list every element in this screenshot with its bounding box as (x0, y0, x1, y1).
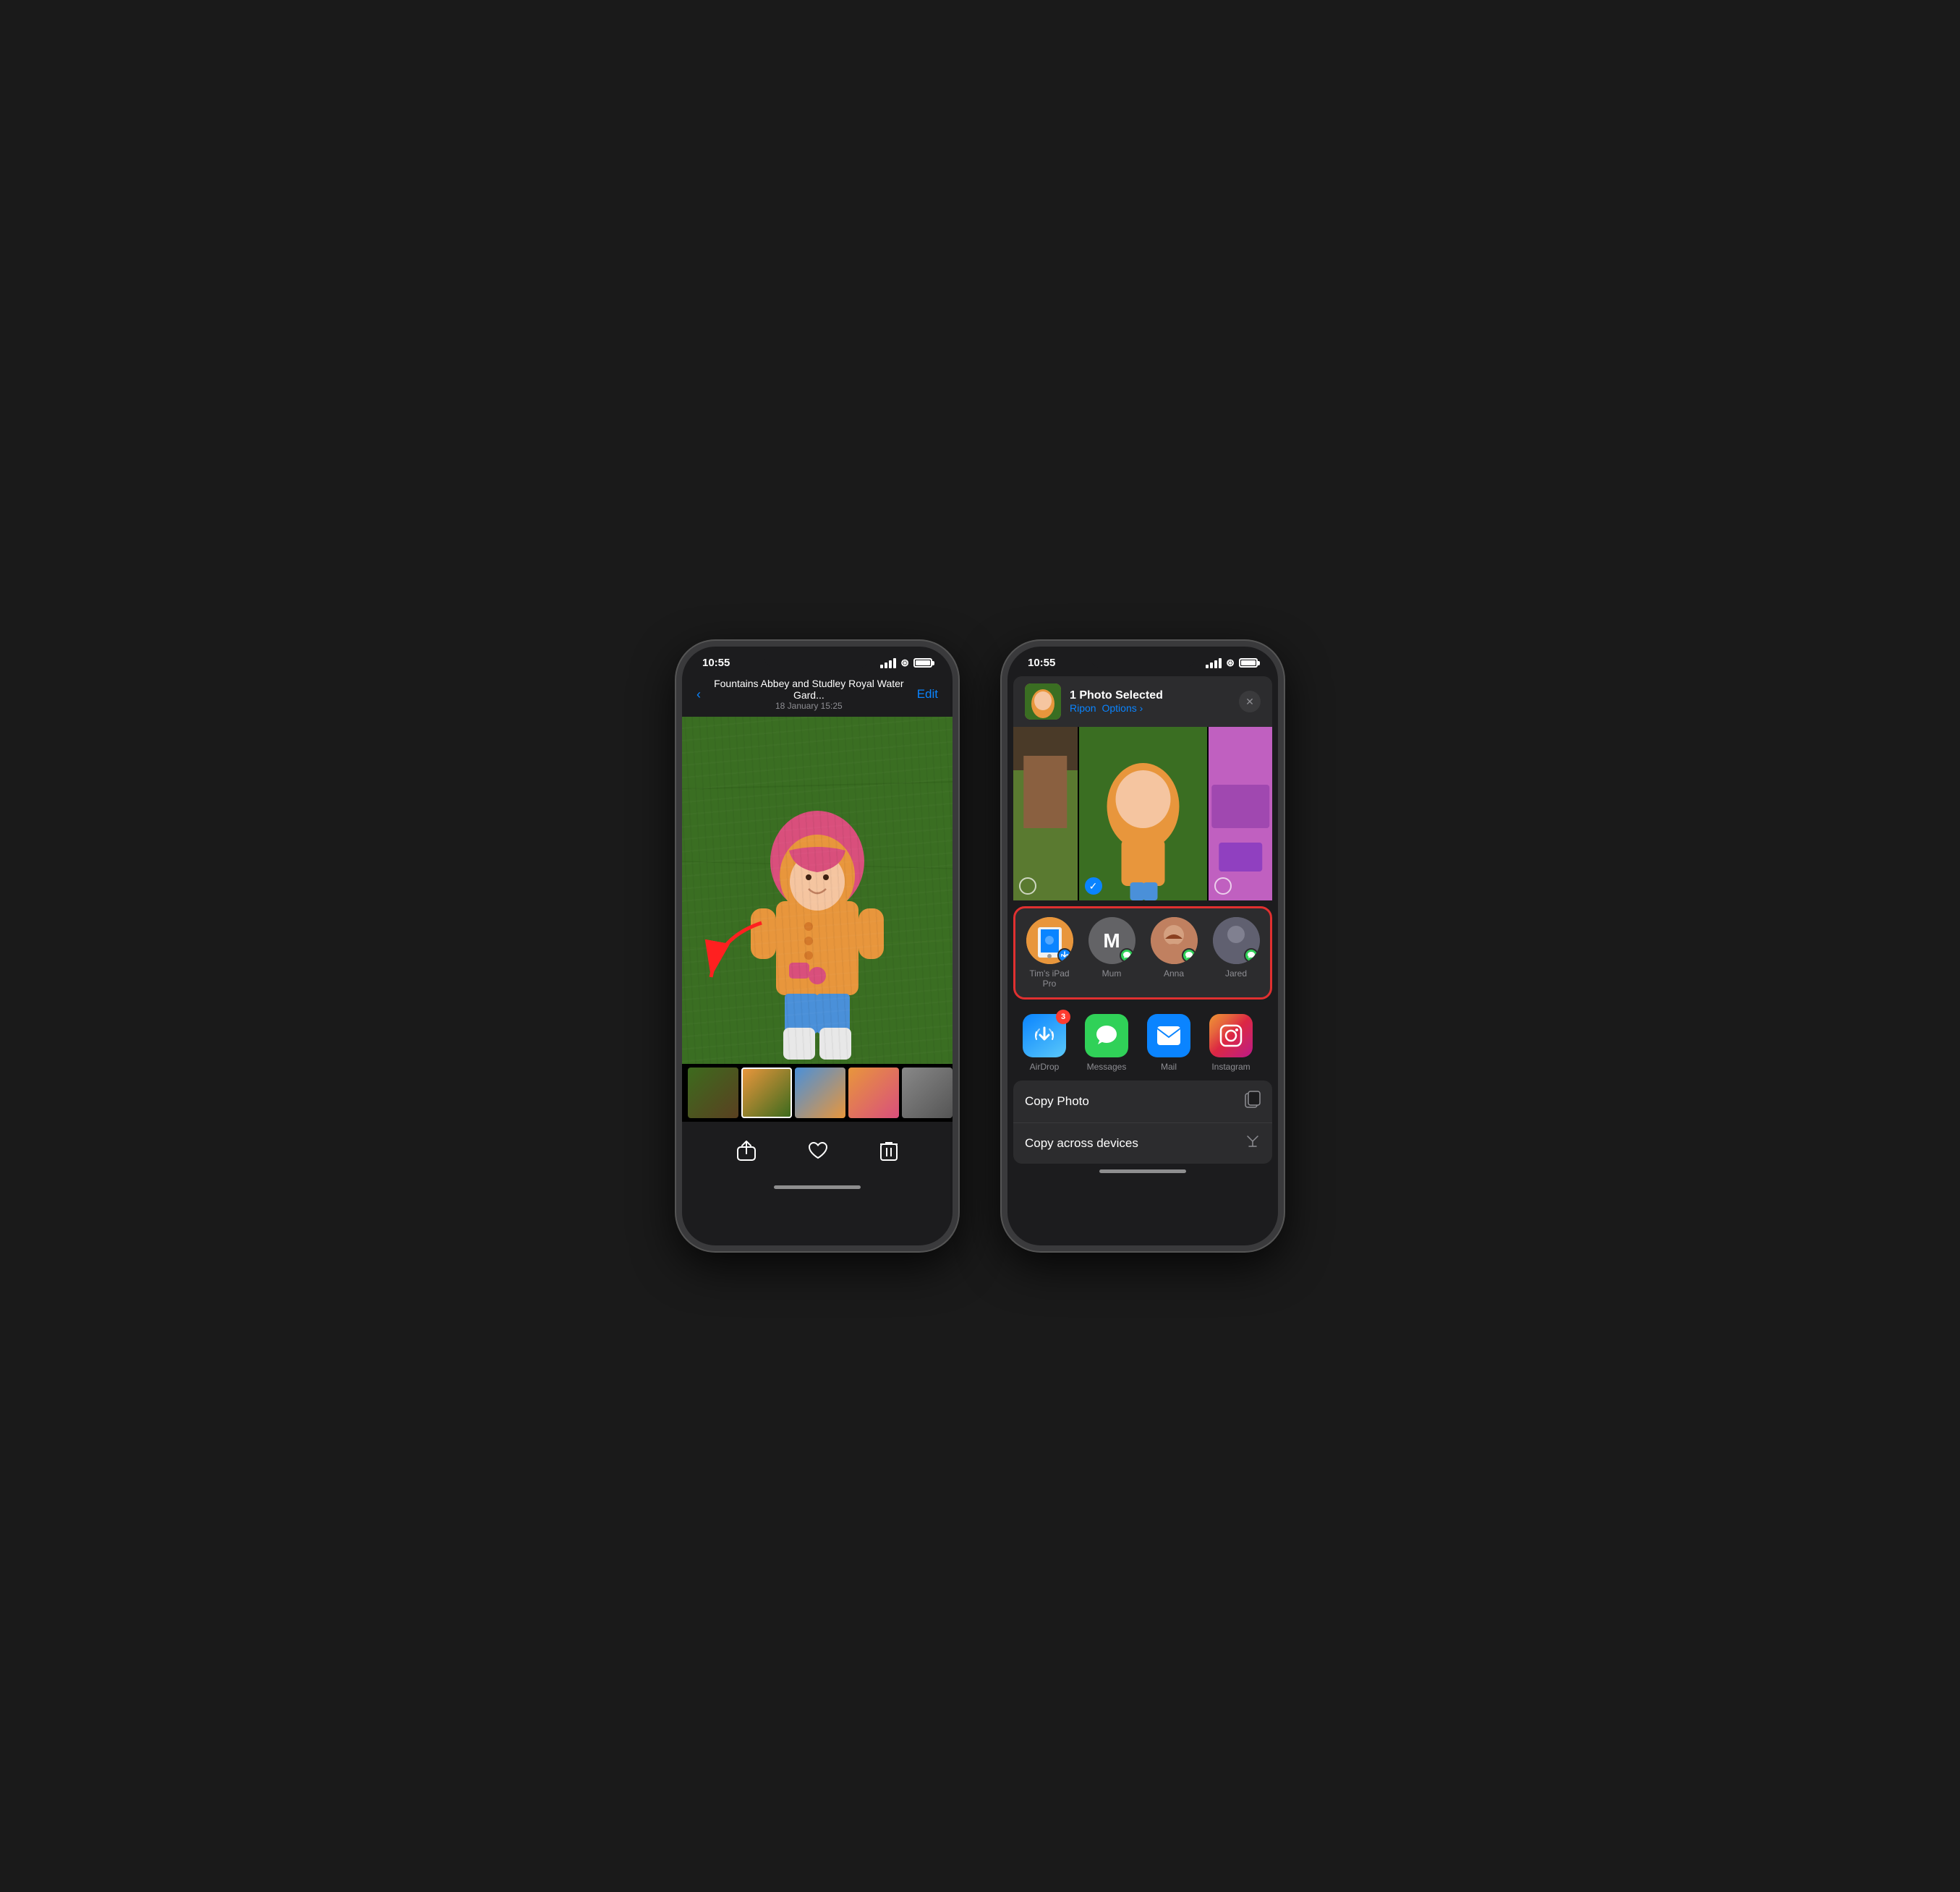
grid-photo-1[interactable] (1013, 727, 1078, 900)
person-item-mum[interactable]: M Mum (1086, 917, 1137, 989)
left-phone: 10:55 ⊛ ‹ Fountains Abbey and Stud (676, 641, 958, 1251)
share-app-airdrop[interactable]: 3 AirDrop (1019, 1014, 1070, 1072)
scene: 10:55 ⊛ ‹ Fountains Abbey and Stud (647, 612, 1313, 1280)
person-item-jared[interactable]: Jared (1211, 917, 1261, 989)
share-info: 1 Photo Selected Ripon Options › (1070, 689, 1239, 714)
copy-photo-label: Copy Photo (1025, 1094, 1089, 1109)
photo-select-circle-1[interactable] (1019, 877, 1036, 895)
thumbnail-item[interactable] (795, 1068, 845, 1118)
status-time-right: 10:55 (1028, 657, 1055, 669)
share-app-messages[interactable]: Messages (1081, 1014, 1132, 1072)
airdrop-badge (1057, 948, 1072, 963)
photo-select-circle-2[interactable]: ✓ (1085, 877, 1102, 895)
edit-button[interactable]: Edit (917, 687, 938, 702)
thumbnail-item[interactable] (688, 1068, 738, 1118)
person-avatar-mum: M (1088, 917, 1135, 964)
like-button[interactable] (808, 1141, 828, 1160)
person-name-tims-ipad: Tim's iPad Pro (1024, 968, 1075, 989)
thumbnail-item-active[interactable] (741, 1068, 792, 1118)
home-indicator-left (682, 1180, 953, 1194)
action-list: Copy Photo Copy across devices (1013, 1081, 1272, 1164)
airdrop-badge-count: 3 (1056, 1010, 1070, 1024)
person-name-jared: Jared (1225, 968, 1247, 979)
airdrop-app-label: AirDrop (1030, 1062, 1060, 1072)
status-bar-right: 10:55 ⊛ (1007, 647, 1278, 673)
instagram-app-icon (1209, 1014, 1253, 1057)
action-copy-across[interactable]: Copy across devices (1013, 1123, 1272, 1164)
back-button[interactable]: ‹ (696, 687, 701, 702)
person-name-anna: Anna (1164, 968, 1184, 979)
person-avatar-jared (1213, 917, 1260, 964)
share-close-button[interactable]: ✕ (1239, 691, 1261, 712)
nav-title-date: 18 January 15:25 (708, 701, 910, 711)
main-photo (682, 717, 953, 1064)
status-icons-right: ⊛ (1206, 657, 1258, 669)
delete-button[interactable] (880, 1141, 898, 1161)
status-icons-left: ⊛ (880, 657, 932, 669)
share-app-mail[interactable]: Mail (1143, 1014, 1194, 1072)
grid-photo-3[interactable] (1209, 727, 1273, 900)
bottom-toolbar (682, 1122, 953, 1180)
airdrop-app-icon: 3 (1023, 1014, 1066, 1057)
copy-photo-icon (1245, 1091, 1261, 1112)
person-item-tims-ipad[interactable]: Tim's iPad Pro (1024, 917, 1075, 989)
person-item-anna[interactable]: Anna (1149, 917, 1199, 989)
thumbnail-item[interactable] (902, 1068, 953, 1118)
copy-across-label: Copy across devices (1025, 1136, 1138, 1151)
signal-icon-right (1206, 658, 1222, 668)
person-avatar-anna (1151, 917, 1198, 964)
child-photo-svg (682, 717, 953, 1064)
battery-icon-right (1239, 658, 1258, 668)
photo-grid: ✓ (1013, 727, 1272, 900)
messages-badge-mum (1120, 948, 1134, 963)
share-apps-row: 3 AirDrop Messages (1007, 1005, 1278, 1081)
grid-photo-2[interactable]: ✓ (1079, 727, 1207, 900)
red-arrow-annotation (696, 916, 783, 992)
status-bar-left: 10:55 ⊛ (682, 647, 953, 673)
nav-bar-left: ‹ Fountains Abbey and Studley Royal Wate… (682, 673, 953, 717)
share-photo-count: 1 Photo Selected (1070, 689, 1239, 702)
share-app-instagram[interactable]: Instagram (1206, 1014, 1256, 1072)
person-avatar-tims-ipad (1026, 917, 1073, 964)
share-button[interactable] (737, 1141, 756, 1161)
people-row-container: Tim's iPad Pro M Mum (1013, 906, 1272, 1000)
person-name-mum: Mum (1102, 968, 1122, 979)
status-time-left: 10:55 (702, 657, 730, 669)
chevron-left-icon: ‹ (696, 687, 701, 702)
nav-title-text: Fountains Abbey and Studley Royal Water … (708, 678, 910, 701)
instagram-app-label: Instagram (1211, 1062, 1250, 1072)
messages-badge-jared (1244, 948, 1258, 963)
thumbnail-item[interactable] (848, 1068, 899, 1118)
thumbnail-strip[interactable] (682, 1064, 953, 1122)
share-location: Ripon Options › (1070, 702, 1239, 714)
right-phone: 10:55 ⊛ (1002, 641, 1284, 1251)
share-thumbnail (1025, 683, 1061, 720)
battery-icon (913, 658, 932, 668)
nav-title: Fountains Abbey and Studley Royal Water … (708, 678, 910, 711)
signal-icon (880, 658, 896, 668)
messages-badge-anna (1182, 948, 1196, 963)
share-options-link[interactable]: Options › (1102, 702, 1143, 714)
mail-app-label: Mail (1161, 1062, 1177, 1072)
wifi-icon-right: ⊛ (1226, 657, 1235, 669)
messages-app-label: Messages (1087, 1062, 1127, 1072)
mail-app-icon (1147, 1014, 1190, 1057)
people-row: Tim's iPad Pro M Mum (1024, 917, 1261, 989)
copy-across-icon (1245, 1133, 1261, 1154)
share-header: 1 Photo Selected Ripon Options › ✕ (1013, 676, 1272, 727)
action-copy-photo[interactable]: Copy Photo (1013, 1081, 1272, 1123)
photo-select-circle-3[interactable] (1214, 877, 1232, 895)
home-indicator-right (1007, 1164, 1278, 1178)
messages-app-icon (1085, 1014, 1128, 1057)
wifi-icon: ⊛ (900, 657, 909, 669)
